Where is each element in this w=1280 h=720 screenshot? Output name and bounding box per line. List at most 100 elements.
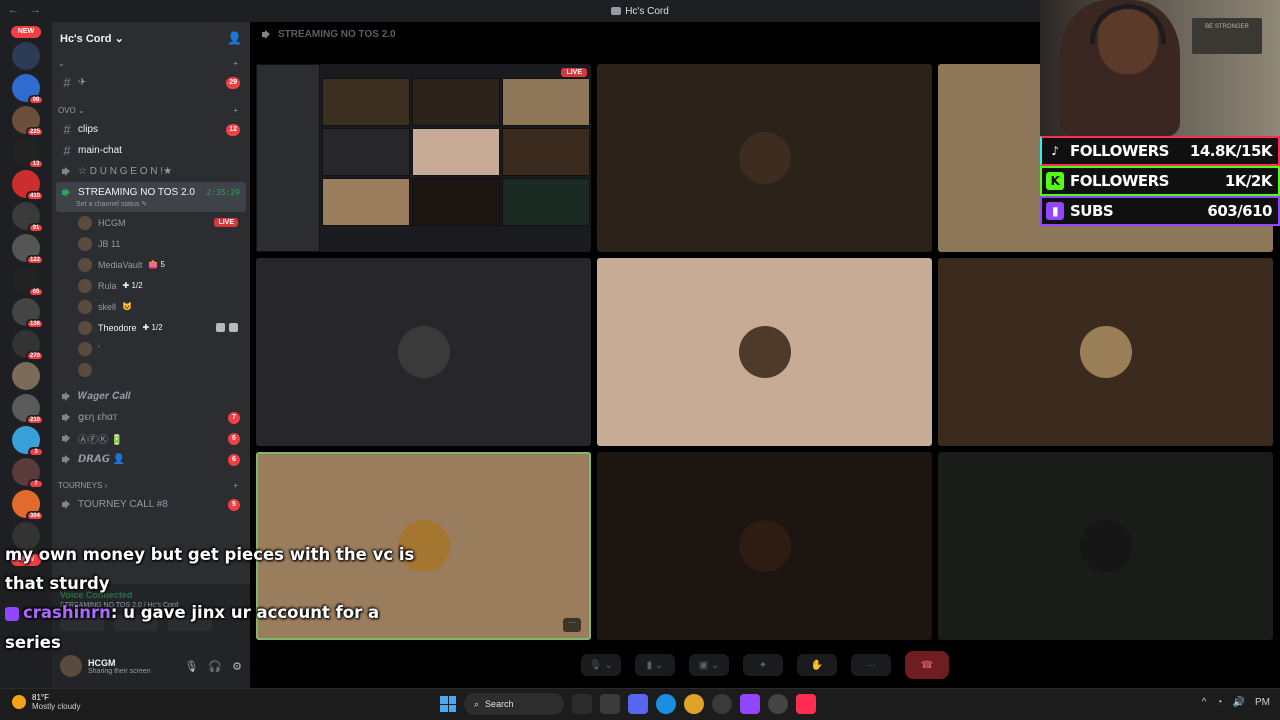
- mention-badge: 13: [28, 159, 44, 169]
- voice-channel[interactable]: 𝑾𝒂𝒈𝒆𝒓 𝑪𝒂𝒍𝒍: [56, 386, 246, 407]
- video-tile[interactable]: [597, 64, 932, 252]
- search-label: Search: [485, 699, 514, 709]
- add-channel-icon[interactable]: +: [233, 106, 238, 115]
- weather-widget[interactable]: 81°F Mostly cloudy: [12, 693, 80, 711]
- voice-user[interactable]: Theodore ✚ 1/2: [52, 317, 250, 338]
- server-header[interactable]: Hc's Cord ⌄ 👤: [52, 22, 250, 54]
- text-channel[interactable]: # clips 12: [56, 119, 246, 140]
- voice-speaker-icon: [62, 455, 72, 464]
- taskbar-search[interactable]: ⌕ Search: [464, 693, 564, 715]
- text-channel[interactable]: ☆ D U N G E O N !★: [56, 161, 246, 182]
- soundboard-button[interactable]: ✋: [797, 654, 837, 676]
- server-icon[interactable]: 210: [12, 394, 44, 425]
- mention-badge: 136: [25, 319, 44, 329]
- server-icon[interactable]: 122: [12, 234, 44, 265]
- edge-icon[interactable]: [656, 694, 676, 714]
- tile-more-button[interactable]: ···: [563, 618, 581, 632]
- category-ovo[interactable]: OVO ⌄ +: [52, 101, 250, 119]
- avatar[interactable]: [60, 655, 82, 677]
- clock[interactable]: PM: [1255, 697, 1270, 708]
- goal-row: K FOLLOWERS 1K/2K: [1040, 166, 1280, 196]
- nav-arrows[interactable]: ← →: [8, 4, 45, 16]
- channels-ovo: # clips 12 # main-chat ☆ D U N G E O N !★: [52, 119, 250, 182]
- headphones-icon[interactable]: 🎧: [208, 660, 222, 673]
- server-icon[interactable]: 304: [12, 490, 44, 521]
- add-channel-icon[interactable]: +: [233, 59, 238, 68]
- activities-button[interactable]: ✦: [743, 654, 783, 676]
- voice-user[interactable]: MediaVault 👛 5: [52, 254, 250, 275]
- server-icon[interactable]: 13: [12, 138, 44, 169]
- voice-channel[interactable]: ⒶⒻⓀ 🔋 6: [56, 428, 246, 449]
- obs-icon[interactable]: [768, 694, 788, 714]
- server-icon[interactable]: 136: [12, 298, 44, 329]
- user-panel: HCGM Sharing their screen 🎙 🎧 ⚙: [52, 644, 250, 688]
- windows-start-icon[interactable]: [440, 696, 456, 712]
- more-button[interactable]: ···: [851, 654, 891, 676]
- user-info[interactable]: HCGM Sharing their screen: [88, 658, 151, 675]
- server-icon[interactable]: 98: [12, 74, 44, 105]
- video-tile[interactable]: LIVE: [256, 64, 591, 252]
- server-icon[interactable]: 65: [12, 266, 44, 297]
- camera-button[interactable]: ▮ ⌄: [635, 654, 675, 676]
- voice-user[interactable]: JB 11: [52, 233, 250, 254]
- twitch-app-icon[interactable]: [740, 694, 760, 714]
- media-icon[interactable]: [712, 694, 732, 714]
- voice-speaker-icon: [62, 392, 72, 401]
- voice-user[interactable]: [52, 359, 250, 380]
- goal-value: 14.8K/15K: [1189, 142, 1273, 160]
- tiktok-app-icon[interactable]: [796, 694, 816, 714]
- voice-user[interactable]: HCGM LIVE: [52, 212, 250, 233]
- video-tile[interactable]: [597, 452, 932, 640]
- server-icon[interactable]: 410: [12, 170, 44, 201]
- video-tile[interactable]: [938, 452, 1273, 640]
- file-explorer-icon[interactable]: [600, 694, 620, 714]
- voice-user[interactable]: skell 😺: [52, 296, 250, 317]
- mention-badge: 65: [28, 287, 44, 297]
- mention-badge: 3: [28, 447, 44, 457]
- server-icon[interactable]: 3: [12, 426, 44, 457]
- wifi-icon[interactable]: ◔: [1217, 697, 1223, 708]
- share-screen-button[interactable]: ▣ ⌄: [689, 654, 729, 676]
- server-icon[interactable]: [12, 362, 40, 390]
- add-channel-icon[interactable]: +: [233, 481, 238, 490]
- chat-username: crashinrn: [23, 603, 111, 622]
- voice-channel[interactable]: 𝘿𝙍𝘼𝙂 👤 6: [56, 449, 246, 470]
- text-channel[interactable]: # ✈ 29: [56, 72, 246, 93]
- gear-icon[interactable]: ⚙: [232, 660, 242, 673]
- discord-app-icon[interactable]: [628, 694, 648, 714]
- mic-icon[interactable]: 🎙: [184, 660, 198, 673]
- server-icon[interactable]: 7: [12, 458, 44, 489]
- voice-timer: 2:35:29: [206, 187, 240, 197]
- mute-button[interactable]: 🎙 ⌄: [581, 654, 621, 676]
- video-tile[interactable]: [256, 258, 591, 446]
- disconnect-button[interactable]: ☎: [905, 651, 949, 679]
- server-icon[interactable]: 225: [12, 106, 44, 137]
- text-channel[interactable]: # main-chat: [56, 140, 246, 161]
- server-list: 98 225 13 410 91 122 65 136 270 210 3 7 304: [0, 42, 52, 550]
- preview-cell: [322, 128, 410, 176]
- mention-badge: 304: [25, 511, 44, 521]
- add-member-icon[interactable]: 👤: [227, 31, 242, 45]
- user-tag: 👛 5: [148, 260, 165, 269]
- video-tile[interactable]: [597, 258, 932, 446]
- chat-text: : u gave jinx ur account for a: [110, 603, 380, 622]
- user-activity-icons: [216, 323, 238, 332]
- voice-user[interactable]: ': [52, 338, 250, 359]
- server-icon[interactable]: [12, 42, 40, 70]
- channel-status[interactable]: Set a channel status ✎: [62, 200, 147, 208]
- chrome-icon[interactable]: [684, 694, 704, 714]
- volume-icon[interactable]: 🔊: [1233, 697, 1245, 708]
- server-icon[interactable]: 270: [12, 330, 44, 361]
- voice-channel-tourney[interactable]: TOURNEY CALL #8 5: [56, 494, 246, 515]
- app-icon[interactable]: [572, 694, 592, 714]
- voice-user[interactable]: Rula ✚ 1/2: [52, 275, 250, 296]
- goal-row: ▮ SUBS 603/610: [1040, 196, 1280, 226]
- voice-channel[interactable]: ցεη εhαт 7: [56, 407, 246, 428]
- category-1[interactable]: ⌄ +: [52, 54, 250, 72]
- category-tourneys[interactable]: TOURNEYS › +: [52, 476, 250, 494]
- active-voice-channel[interactable]: STREAMING NO TOS 2.0 2:35:29 Set a chann…: [56, 182, 246, 212]
- server-icon[interactable]: 91: [12, 202, 44, 233]
- chevron-up-icon[interactable]: ^: [1202, 697, 1207, 708]
- video-tile[interactable]: [938, 258, 1273, 446]
- preview-cell: [412, 178, 500, 226]
